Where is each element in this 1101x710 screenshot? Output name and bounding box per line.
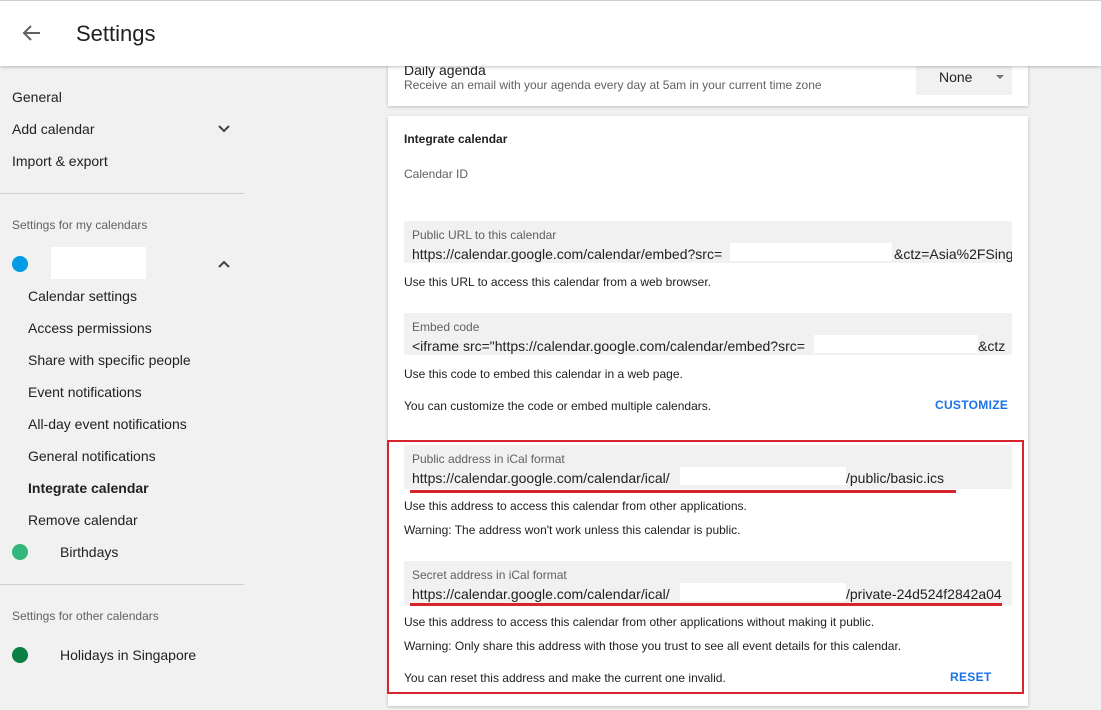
- dropdown-arrow-icon: [996, 75, 1004, 79]
- sidebar-item-general-notifications[interactable]: General notifications: [28, 448, 156, 464]
- sidebar-item-birthdays[interactable]: Birthdays: [60, 544, 118, 560]
- my-calendars-section-label: Settings for my calendars: [12, 218, 148, 232]
- sidebar-divider: [0, 584, 244, 585]
- app-header: Settings: [0, 0, 1101, 66]
- sidebar-item-integrate-calendar[interactable]: Integrate calendar: [28, 480, 149, 496]
- highlight-box: [387, 440, 1024, 694]
- customize-button[interactable]: CUSTOMIZE: [935, 398, 1008, 412]
- public-url-value-end: &ctz=Asia%2FSing: [894, 246, 1012, 262]
- embed-code-help: Use this code to embed this calendar in …: [404, 367, 683, 381]
- embed-code-value-start: <iframe src="https://calendar.google.com…: [412, 338, 805, 354]
- daily-agenda-selected-value: None: [939, 69, 973, 85]
- daily-agenda-description: Receive an email with your agenda every …: [404, 78, 822, 92]
- public-url-value-start: https://calendar.google.com/calendar/emb…: [412, 246, 723, 262]
- chevron-up-icon[interactable]: [216, 256, 232, 272]
- embed-code-value-end: &ctz: [978, 338, 1006, 354]
- holidays-color-dot: [12, 647, 28, 663]
- sidebar-item-share[interactable]: Share with specific people: [28, 352, 191, 368]
- sidebar-item-access-permissions[interactable]: Access permissions: [28, 320, 152, 336]
- birthdays-color-dot: [12, 544, 28, 560]
- customize-text: You can customize the code or embed mult…: [404, 399, 712, 413]
- settings-sidebar: General Add calendar Import & export Set…: [0, 65, 245, 710]
- back-button[interactable]: [18, 19, 46, 47]
- embed-code-label: Embed code: [412, 320, 480, 334]
- calendar-color-dot: [12, 256, 28, 272]
- page-title: Settings: [76, 21, 156, 46]
- public-url-field[interactable]: Public URL to this calendar https://cale…: [404, 221, 1012, 263]
- sidebar-item-import-export[interactable]: Import & export: [12, 153, 108, 169]
- arrow-back-icon: [22, 25, 40, 41]
- public-url-help: Use this URL to access this calendar fro…: [404, 275, 712, 289]
- other-calendars-section-label: Settings for other calendars: [12, 609, 159, 623]
- sidebar-item-add-calendar[interactable]: Add calendar: [12, 121, 95, 137]
- calendar-name-redacted[interactable]: [51, 247, 146, 279]
- sidebar-divider: [0, 193, 244, 194]
- redacted-block: [730, 243, 892, 261]
- sidebar-item-allday-notifications[interactable]: All-day event notifications: [28, 416, 187, 432]
- sidebar-item-calendar-settings[interactable]: Calendar settings: [28, 288, 137, 304]
- public-url-label: Public URL to this calendar: [412, 228, 557, 242]
- sidebar-item-general[interactable]: General: [12, 89, 62, 105]
- chevron-down-icon[interactable]: [216, 121, 232, 137]
- integrate-calendar-title: Integrate calendar: [404, 132, 508, 146]
- sidebar-item-event-notifications[interactable]: Event notifications: [28, 384, 142, 400]
- embed-code-field[interactable]: Embed code <iframe src="https://calendar…: [404, 313, 1012, 355]
- sidebar-item-holidays[interactable]: Holidays in Singapore: [60, 647, 196, 663]
- redacted-block: [814, 335, 978, 353]
- calendar-id-label: Calendar ID: [404, 167, 469, 181]
- sidebar-item-remove-calendar[interactable]: Remove calendar: [28, 512, 138, 528]
